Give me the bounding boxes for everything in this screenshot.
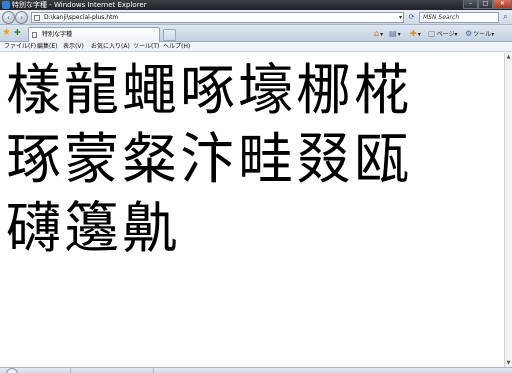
search-icon[interactable]: ⌕ bbox=[500, 12, 511, 23]
ie-app-icon bbox=[2, 1, 10, 9]
menu-tools[interactable]: ツール(T) bbox=[133, 43, 159, 51]
close-button[interactable]: ✕ bbox=[493, 0, 512, 9]
window-title: 特別な字種 - Windows Internet Explorer bbox=[12, 1, 147, 9]
page-menu-button[interactable]: ▢ページ▾ bbox=[428, 29, 457, 39]
home-icon[interactable]: ⌂▾ bbox=[374, 29, 383, 39]
tab-current[interactable]: 特別な字種 bbox=[28, 27, 160, 42]
page-menu-label: ページ bbox=[436, 31, 455, 38]
page-icon bbox=[34, 15, 40, 21]
kanji-line: 礴籩鼽 bbox=[6, 196, 181, 260]
minimize-button[interactable]: – bbox=[463, 0, 478, 9]
menu-view[interactable]: 表示(V) bbox=[63, 43, 84, 51]
address-dropdown-icon[interactable]: ▾ bbox=[399, 13, 402, 22]
address-url: D:\kanji\special-plus.htm bbox=[44, 14, 119, 21]
feeds-icon[interactable]: ▤▾ bbox=[389, 29, 401, 39]
status-zone-icon bbox=[6, 368, 18, 373]
search-input[interactable]: MSN Search bbox=[419, 12, 499, 23]
refresh-icon[interactable]: ⟳ bbox=[407, 12, 416, 23]
status-segment bbox=[70, 368, 154, 373]
scroll-down-icon[interactable]: ▼ bbox=[505, 359, 512, 367]
search-placeholder: MSN Search bbox=[423, 14, 460, 21]
menu-bar: ファイル(F) 編集(E) 表示(V) お気に入り(A) ツール(T) ヘルプ(… bbox=[0, 42, 512, 52]
favorites-star-icon[interactable]: ★ bbox=[2, 28, 11, 38]
page-content: 樣龍蠅啄壕梛椛 琢蒙粲汴畦叕瓯 礴籩鼽 bbox=[0, 53, 504, 367]
status-bar bbox=[0, 367, 512, 373]
kanji-line: 樣龍蠅啄壕梛椛 bbox=[6, 58, 413, 122]
menu-favorites[interactable]: お気に入り(A) bbox=[91, 43, 130, 51]
menu-edit[interactable]: 編集(E) bbox=[37, 43, 57, 51]
forward-button[interactable]: › bbox=[15, 11, 28, 24]
add-favorites-icon[interactable]: ✚ bbox=[14, 28, 21, 38]
kanji-line: 琢蒙粲汴畦叕瓯 bbox=[6, 127, 413, 191]
print-icon[interactable]: ✚▾ bbox=[410, 29, 421, 39]
tools-menu-button[interactable]: ⚙ツール▾ bbox=[465, 29, 494, 39]
address-toolbar: ‹ › D:\kanji\special-plus.htm ▾ ⟳ MSN Se… bbox=[0, 10, 512, 25]
new-tab-button[interactable] bbox=[163, 29, 176, 41]
scroll-up-icon[interactable]: ▲ bbox=[505, 53, 512, 61]
menu-file[interactable]: ファイル(F) bbox=[4, 43, 36, 51]
tools-menu-label: ツール bbox=[473, 31, 492, 38]
menu-help[interactable]: ヘルプ(H) bbox=[163, 43, 190, 51]
back-button[interactable]: ‹ bbox=[2, 11, 15, 24]
address-field[interactable]: D:\kanji\special-plus.htm ▾ bbox=[31, 12, 404, 23]
tab-page-icon bbox=[32, 32, 37, 38]
title-bar: 特別な字種 - Windows Internet Explorer – □ ✕ bbox=[0, 0, 512, 10]
tab-label: 特別な字種 bbox=[42, 31, 73, 38]
tab-toolbar: ★ ✚ 特別な字種 ⌂▾ ▤▾ ✚▾ ▢ページ▾ ⚙ツール▾ bbox=[0, 25, 512, 42]
vertical-scrollbar[interactable]: ▲ ▼ bbox=[504, 53, 512, 367]
maximize-button[interactable]: □ bbox=[478, 0, 493, 9]
